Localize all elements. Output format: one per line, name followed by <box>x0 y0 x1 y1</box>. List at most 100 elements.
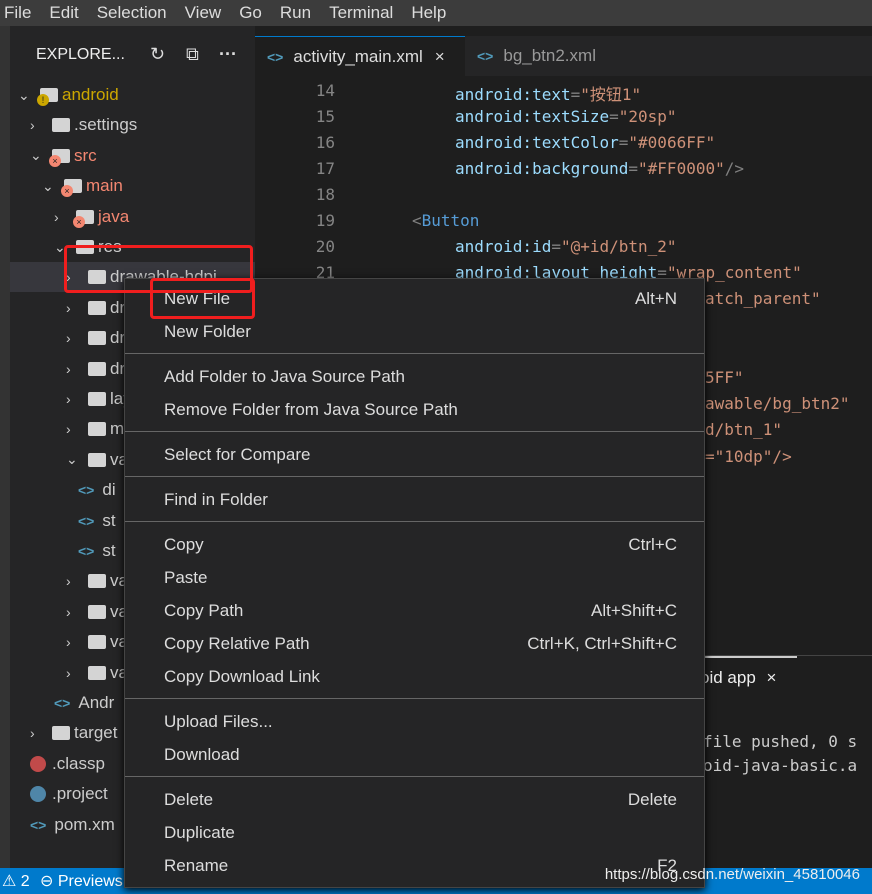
chevron-right-icon[interactable]: › <box>66 604 80 620</box>
error-badge-icon: × <box>49 154 61 167</box>
menu-item-copy[interactable]: Copy Ctrl+C <box>125 528 704 561</box>
menu-item-label: Copy Download Link <box>164 666 320 686</box>
menu-item-new-folder[interactable]: New Folder <box>125 315 704 348</box>
xml-file-icon: <> <box>477 48 494 64</box>
code-token: android:textSize <box>455 107 610 126</box>
tab-bg-btn2[interactable]: <> bg_btn2.xml <box>465 36 608 76</box>
menu-item-duplicate[interactable]: Duplicate <box>125 816 704 849</box>
tree-item-label: android <box>62 85 119 104</box>
menu-item-delete[interactable]: Delete Delete <box>125 783 704 816</box>
folder-icon <box>88 665 106 680</box>
menu-item-upload-files[interactable]: Upload Files... <box>125 705 704 738</box>
code-fragment: atch_parent" <box>705 289 821 308</box>
tree-item-label: .settings <box>74 115 138 135</box>
code-token: = <box>570 85 581 104</box>
chevron-right-icon[interactable]: › <box>66 361 80 377</box>
close-icon[interactable]: × <box>435 47 445 67</box>
xml-file-icon: <> <box>78 543 95 559</box>
collapse-all-icon[interactable]: ⧉ <box>186 44 199 65</box>
context-menu: New File Alt+N New Folder Add Folder to Jav… <box>124 278 705 888</box>
code-token: < <box>412 211 422 230</box>
code-line: android:background="#FF0000"/> <box>455 159 744 178</box>
close-icon[interactable]: × <box>767 668 777 687</box>
previews-button[interactable]: ⊖ Previews <box>40 871 123 891</box>
editor-tabs: <> activity_main.xml × <> bg_btn2.xml <box>255 36 872 76</box>
menu-edit[interactable]: Edit <box>45 3 86 23</box>
warning-badge-icon: ! <box>37 94 49 106</box>
explorer-title: EXPLORE... <box>36 46 125 63</box>
menu-help[interactable]: Help <box>407 3 454 23</box>
chevron-right-icon[interactable]: › <box>66 421 80 437</box>
menu-separator <box>125 431 704 432</box>
code-line: android:textSize="20sp" <box>455 107 677 126</box>
highlight-box <box>150 278 255 319</box>
xml-file-icon: <> <box>267 48 284 65</box>
chevron-right-icon[interactable]: › <box>66 391 80 407</box>
chevron-right-icon[interactable]: › <box>66 634 80 650</box>
menu-separator <box>125 521 704 522</box>
chevron-right-icon[interactable]: › <box>54 209 68 225</box>
code-token: Button <box>421 211 480 230</box>
chevron-right-icon[interactable]: › <box>66 665 80 681</box>
error-badge-icon: × <box>73 215 85 228</box>
tab-activity-main[interactable]: <> activity_main.xml × <box>255 36 465 76</box>
chevron-down-icon[interactable]: ⌄ <box>42 178 56 195</box>
menu-selection[interactable]: Selection <box>93 3 175 23</box>
folder-icon <box>88 361 106 376</box>
menu-item-download[interactable]: Download <box>125 738 704 771</box>
chevron-right-icon[interactable]: › <box>66 573 80 589</box>
menu-separator <box>125 776 704 777</box>
menu-item-copy-download-link[interactable]: Copy Download Link <box>125 660 704 693</box>
chevron-down-icon[interactable]: ⌄ <box>18 87 32 104</box>
more-icon[interactable]: ··· <box>219 44 237 65</box>
xml-file-icon: <> <box>30 816 47 833</box>
menu-item-shortcut: Ctrl+K, Ctrl+Shift+C <box>527 633 677 653</box>
chevron-right-icon[interactable]: › <box>30 725 44 741</box>
tree-item[interactable]: ⌄ × main <box>10 171 255 201</box>
tree-item-label: main <box>86 176 123 196</box>
folder-icon: ! <box>37 88 58 106</box>
output-line: file pushed, 0 s <box>703 732 858 751</box>
code-token: "按钮1" <box>580 85 642 104</box>
code-fragment: awable/bg_btn2" <box>705 394 850 413</box>
folder-icon: × <box>61 179 82 198</box>
panel-tab[interactable]: oid app × <box>700 668 776 688</box>
menu-item-copy-path[interactable]: Copy Path Alt+Shift+C <box>125 594 704 627</box>
code-token: "@+id/btn_2" <box>560 237 677 256</box>
folder-icon <box>88 331 106 346</box>
menu-item-label: Find in Folder <box>164 489 268 509</box>
tree-item[interactable]: › .settings <box>10 110 255 140</box>
folder-icon <box>88 422 106 437</box>
line-number: 16 <box>315 133 335 152</box>
tree-item[interactable]: ⌄ × src <box>10 141 255 171</box>
menu-terminal[interactable]: Terminal <box>325 3 401 23</box>
menu-item-copy-relative-path[interactable]: Copy Relative Path Ctrl+K, Ctrl+Shift+C <box>125 627 704 660</box>
error-badge-icon: × <box>61 185 73 198</box>
menu-file[interactable]: File <box>0 3 39 23</box>
line-number: 20 <box>315 237 335 256</box>
menu-item-find-in-folder[interactable]: Find in Folder <box>125 483 704 516</box>
warnings-indicator[interactable]: ⚠ 2 <box>2 871 30 891</box>
menu-run[interactable]: Run <box>276 3 319 23</box>
chevron-right-icon[interactable]: › <box>66 300 80 316</box>
chevron-down-icon[interactable]: ⌄ <box>66 451 80 468</box>
menu-view[interactable]: View <box>181 3 230 23</box>
code-token: "#FF0000" <box>638 159 725 178</box>
tree-item[interactable]: › × java <box>10 202 255 232</box>
chevron-right-icon[interactable]: › <box>30 117 44 133</box>
menu-go[interactable]: Go <box>235 3 270 23</box>
code-token: android:id <box>455 237 552 256</box>
folder-icon <box>88 604 106 619</box>
menu-item-add-folder-to-java-source-path[interactable]: Add Folder to Java Source Path <box>125 360 704 393</box>
menu-item-paste[interactable]: Paste <box>125 561 704 594</box>
menu-item-remove-folder-from-java-source-path[interactable]: Remove Folder from Java Source Path <box>125 393 704 426</box>
line-number: 14 <box>315 81 335 100</box>
tree-item[interactable]: ⌄! android <box>10 80 255 110</box>
menu-item-label: Paste <box>164 567 208 587</box>
chevron-down-icon[interactable]: ⌄ <box>30 147 44 164</box>
refresh-icon[interactable]: ↻ <box>150 44 165 65</box>
code-line: android:text="按钮1" <box>455 81 641 105</box>
menu-item-select-for-compare[interactable]: Select for Compare <box>125 438 704 471</box>
code-token: "20sp" <box>618 107 677 126</box>
chevron-right-icon[interactable]: › <box>66 330 80 346</box>
